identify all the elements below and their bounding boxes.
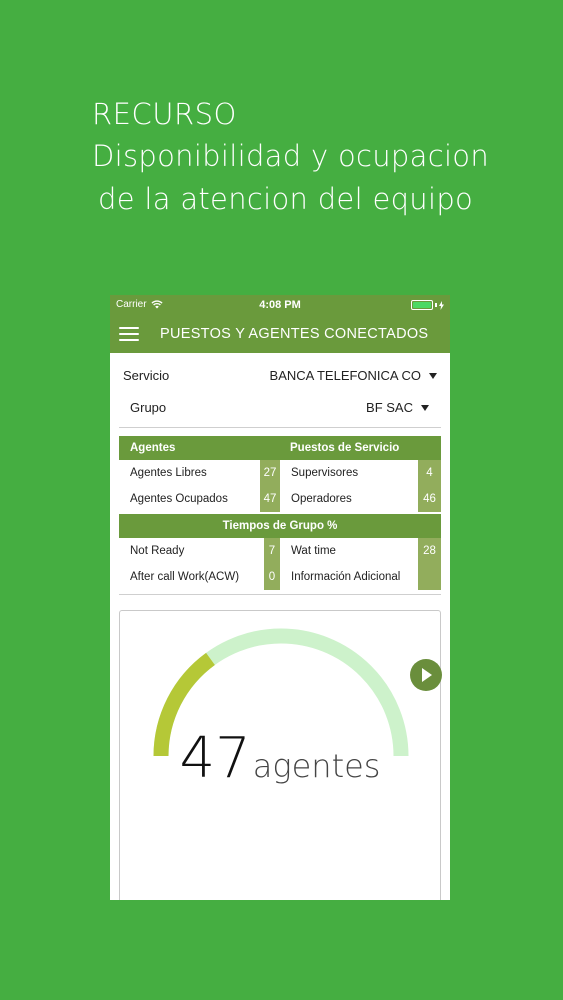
tiempos-header: Tiempos de Grupo % bbox=[119, 514, 441, 538]
gauge-card: 47agentes bbox=[119, 610, 442, 900]
table-row: Agentes Libres 27 Supervisores 4 bbox=[119, 460, 441, 486]
servicio-label: Servicio bbox=[123, 368, 170, 383]
servicio-dropdown[interactable]: BANCA TELEFONICA CO bbox=[270, 368, 437, 383]
divider bbox=[119, 594, 441, 595]
phone-screen: Carrier 4:08 PM PUESTOS Y AGENTES CONECT… bbox=[110, 295, 450, 900]
agentes-header-label: Agentes bbox=[130, 442, 176, 454]
wat-time-value: 28 bbox=[418, 538, 441, 564]
not-ready-label: Not Ready bbox=[130, 545, 185, 557]
grupo-label: Grupo bbox=[130, 400, 167, 415]
table-row: Agentes Ocupados 47 Operadores 46 bbox=[119, 486, 441, 512]
grupo-filter: Grupo BF SAC bbox=[110, 385, 450, 417]
nav-bar: PUESTOS Y AGENTES CONECTADOS bbox=[110, 315, 450, 353]
grupo-dropdown[interactable]: BF SAC bbox=[366, 400, 429, 415]
promo-line-2: Disponibilidad y ocupacion bbox=[92, 139, 490, 173]
hamburger-icon[interactable] bbox=[119, 323, 139, 345]
status-time: 4:08 PM bbox=[259, 299, 301, 311]
promo-line-1: RECURSO bbox=[92, 97, 237, 131]
gauge-readout: 47agentes bbox=[120, 726, 440, 791]
table-row: Not Ready 7 Wat time 28 bbox=[119, 538, 441, 564]
agentes-header: Agentes Puestos de Servicio bbox=[119, 436, 441, 460]
table-row: After call Work(ACW) 0 Información Adicio… bbox=[119, 564, 441, 590]
agentes-ocupados-value: 47 bbox=[260, 486, 280, 512]
agentes-ocupados-label: Agentes Ocupados bbox=[130, 493, 228, 505]
grupo-value: BF SAC bbox=[366, 400, 413, 415]
gauge-value: 47 bbox=[179, 726, 251, 791]
chevron-down-icon bbox=[421, 404, 429, 411]
battery-icon bbox=[411, 300, 444, 310]
tiempos-header-label: Tiempos de Grupo % bbox=[222, 520, 338, 532]
agentes-libres-value: 27 bbox=[260, 460, 280, 486]
not-ready-value: 7 bbox=[264, 538, 280, 564]
acw-value: 0 bbox=[264, 564, 280, 590]
servicio-filter: Servicio BANCA TELEFONICA CO bbox=[110, 353, 450, 385]
supervisores-value: 4 bbox=[418, 460, 441, 486]
acw-label: After call Work(ACW) bbox=[130, 571, 240, 583]
promo-text: RECURSO Disponibilidad y ocupacion de la… bbox=[92, 93, 489, 221]
status-bar: Carrier 4:08 PM bbox=[110, 295, 450, 315]
promo-line-3: de la atencion del equipo bbox=[98, 182, 474, 216]
gauge-unit: agentes bbox=[252, 747, 381, 785]
operadores-value: 46 bbox=[418, 486, 441, 512]
chevron-down-icon bbox=[429, 372, 437, 379]
operadores-label: Operadores bbox=[291, 493, 352, 505]
supervisores-label: Supervisores bbox=[291, 467, 359, 479]
puestos-header-label: Puestos de Servicio bbox=[290, 442, 400, 454]
play-icon[interactable] bbox=[410, 659, 442, 691]
nav-title: PUESTOS Y AGENTES CONECTADOS bbox=[160, 326, 429, 342]
agentes-libres-label: Agentes Libres bbox=[130, 467, 207, 479]
info-adicional-value bbox=[418, 564, 441, 590]
info-adicional-label: Información Adicional bbox=[291, 571, 401, 583]
wat-time-label: Wat time bbox=[291, 545, 336, 557]
servicio-value: BANCA TELEFONICA CO bbox=[269, 368, 421, 383]
charging-icon bbox=[439, 300, 444, 310]
